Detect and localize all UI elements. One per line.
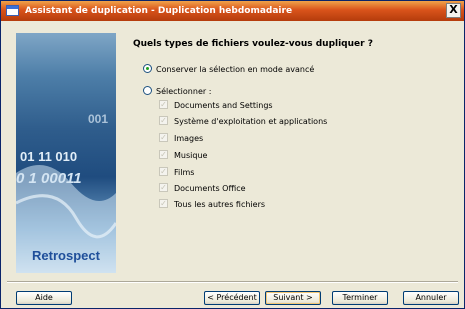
checkbox-music[interactable]: ✓: [159, 150, 168, 159]
finish-button[interactable]: Terminer: [332, 291, 388, 305]
checkbox-label-music[interactable]: Musique: [174, 151, 207, 160]
cancel-button[interactable]: Annuler: [403, 291, 459, 305]
checkbox-office-documents[interactable]: ✓: [159, 183, 168, 192]
page-question: Quels types de fichiers voulez-vous dupl…: [133, 39, 373, 49]
radio-select-label[interactable]: Sélectionner :: [156, 87, 211, 96]
checkbox-label-films[interactable]: Films: [174, 168, 194, 177]
footer-divider: [7, 281, 458, 283]
checkbox-label-documents-settings[interactable]: Documents and Settings: [174, 101, 273, 110]
radio-keep-advanced-label[interactable]: Conserver la sélection en mode avancé: [156, 65, 314, 74]
close-button[interactable]: X: [446, 3, 461, 18]
banner-art: 001 01 11 010 0 1 00011: [16, 112, 116, 273]
next-button[interactable]: Suivant >: [265, 291, 321, 305]
banner-digits-2: 01 11 010: [20, 149, 77, 164]
banner-digits-3: 0 1 00011: [16, 170, 82, 187]
radio-select[interactable]: [143, 86, 152, 95]
checkbox-documents-settings[interactable]: ✓: [159, 100, 168, 109]
checkbox-label-other-files[interactable]: Tous les autres fichiers: [174, 200, 265, 209]
window-title: Assistant de duplication - Duplication h…: [25, 6, 293, 16]
checkbox-label-office-documents[interactable]: Documents Office: [174, 184, 246, 193]
checkbox-label-system-apps[interactable]: Système d'exploitation et applications: [174, 117, 327, 126]
checkbox-other-files[interactable]: ✓: [159, 199, 168, 208]
previous-button[interactable]: < Précédent: [204, 291, 260, 305]
retrospect-banner: 001 01 11 010 0 1 00011 Retrospect: [16, 33, 116, 273]
checkbox-label-images[interactable]: Images: [174, 134, 203, 143]
help-button[interactable]: Aide: [16, 291, 72, 305]
title-bar[interactable]: Assistant de duplication - Duplication h…: [1, 1, 464, 21]
radio-keep-advanced[interactable]: [143, 64, 152, 73]
checkbox-images[interactable]: ✓: [159, 133, 168, 142]
checkbox-system-apps[interactable]: ✓: [159, 116, 168, 125]
banner-digits-1: 001: [88, 112, 108, 126]
app-window-icon: [6, 5, 19, 16]
retrospect-logo: Retrospect: [32, 248, 100, 263]
wizard-dialog: Assistant de duplication - Duplication h…: [0, 0, 465, 309]
checkbox-films[interactable]: ✓: [159, 167, 168, 176]
